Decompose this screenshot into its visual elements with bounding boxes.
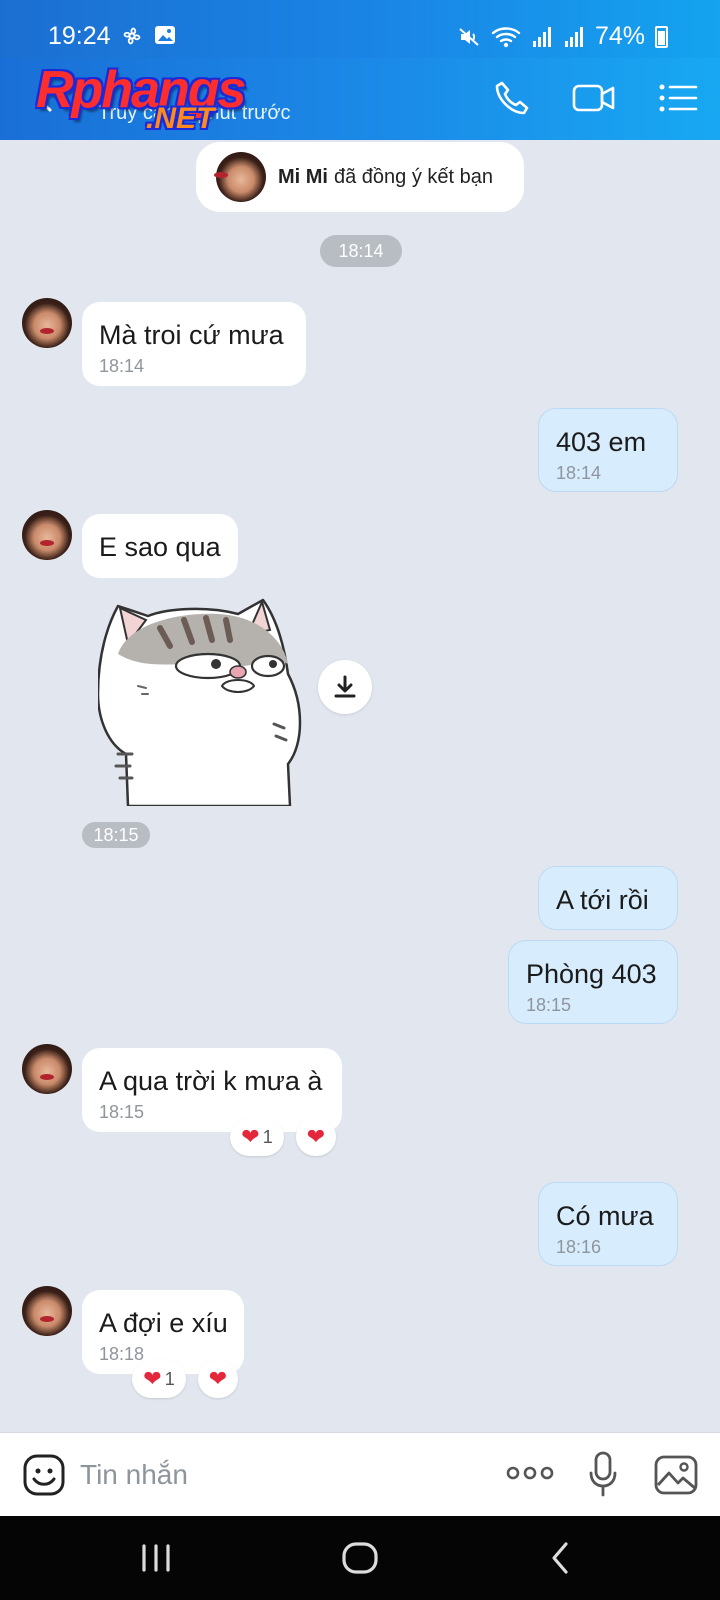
chat-options-button[interactable] [656, 78, 700, 118]
outgoing-message[interactable]: A tới rồi [538, 866, 678, 930]
fan-icon [123, 27, 141, 45]
message-text: Phòng 403 [526, 959, 657, 989]
reaction-count: 1 [262, 1126, 273, 1147]
watermark-logo: Rphangs .NET [36, 60, 266, 138]
sticker-time: 18:15 [82, 822, 150, 848]
status-time: 19:24 [48, 22, 111, 50]
heart-icon: ❤ [143, 1366, 162, 1391]
video-call-icon [572, 84, 615, 112]
mic-icon[interactable] [588, 1451, 618, 1497]
incoming-message[interactable]: Mà troi cứ mưa 18:14 [82, 302, 306, 386]
recent-apps-icon[interactable] [140, 1538, 172, 1578]
download-icon [334, 675, 356, 698]
home-icon[interactable] [340, 1538, 380, 1578]
message-time: 18:14 [556, 463, 602, 483]
voice-call-button[interactable] [490, 78, 534, 118]
watermark-logo-sub: .NET [146, 102, 215, 135]
status-right-icons: 74% [457, 22, 668, 51]
add-reaction-button[interactable]: ❤ [296, 1118, 336, 1156]
more-icon[interactable] [506, 1465, 554, 1481]
reaction-summary[interactable]: ❤ 1 [132, 1360, 186, 1398]
chat-message-list[interactable]: Mi Mi đã đồng ý kết bạn 18:14 Mà troi cứ… [0, 140, 720, 1432]
add-reaction-button[interactable]: ❤ [198, 1360, 238, 1398]
message-text: A tới rồi [556, 885, 649, 915]
battery-percent: 74% [594, 22, 645, 50]
emoji-icon[interactable] [22, 1453, 66, 1497]
heart-icon: ❤ [306, 1124, 326, 1149]
phone-icon [495, 81, 529, 115]
message-time: 18:14 [99, 356, 145, 376]
signal-icon-1 [532, 26, 551, 47]
back-nav-icon[interactable] [548, 1538, 572, 1578]
gallery-icon[interactable] [654, 1455, 698, 1495]
contact-name: Mi Mi [278, 165, 328, 188]
message-time: 18:16 [556, 1237, 602, 1257]
message-composer: Tin nhắn [0, 1432, 720, 1516]
signal-icon-2 [564, 26, 583, 47]
friend-accepted-card: Mi Mi đã đồng ý kết bạn [196, 142, 524, 212]
message-text: 403 em [556, 427, 647, 457]
heart-icon: ❤ [208, 1366, 228, 1391]
video-call-button[interactable] [572, 78, 616, 118]
chat-header: Truy cập 1 phút trước Rphangs .NET [0, 58, 720, 140]
wifi-icon [491, 26, 521, 47]
friend-accepted-text: đã đồng ý kết bạn [334, 165, 494, 188]
reaction-summary[interactable]: ❤ 1 [230, 1118, 284, 1156]
incoming-message[interactable]: A qua trời k mưa à 18:15 [82, 1048, 342, 1132]
avatar[interactable] [216, 152, 266, 202]
battery-icon [655, 25, 668, 48]
message-text: A đợi e xíu [99, 1308, 228, 1338]
message-time: 18:15 [99, 1102, 145, 1122]
outgoing-message[interactable]: Phòng 403 18:15 [508, 940, 678, 1024]
incoming-message[interactable]: E sao qua [82, 514, 238, 578]
outgoing-message[interactable]: Có mưa 18:16 [538, 1182, 678, 1266]
image-notification-icon [155, 26, 175, 44]
download-button[interactable] [318, 660, 372, 714]
avatar[interactable] [22, 510, 72, 560]
message-text: A qua trời k mưa à [99, 1066, 323, 1096]
system-navigation-bar [0, 1516, 720, 1600]
message-input[interactable]: Tin nhắn [80, 1459, 188, 1491]
message-text: E sao qua [99, 532, 221, 562]
outgoing-message[interactable]: 403 em 18:14 [538, 408, 678, 492]
message-text: Có mưa [556, 1201, 654, 1231]
menu-list-icon [659, 84, 698, 112]
message-text: Mà troi cứ mưa [99, 320, 284, 350]
message-time: 18:15 [526, 995, 572, 1015]
heart-icon: ❤ [241, 1124, 260, 1149]
status-left-icons [120, 24, 176, 48]
mute-icon [459, 27, 479, 46]
avatar[interactable] [22, 298, 72, 348]
avatar[interactable] [22, 1286, 72, 1336]
cat-sticker[interactable] [98, 594, 308, 806]
status-bar: 19:24 74% [0, 0, 720, 58]
time-divider: 18:14 [320, 235, 402, 267]
avatar[interactable] [22, 1044, 72, 1094]
reaction-count: 1 [164, 1368, 175, 1389]
